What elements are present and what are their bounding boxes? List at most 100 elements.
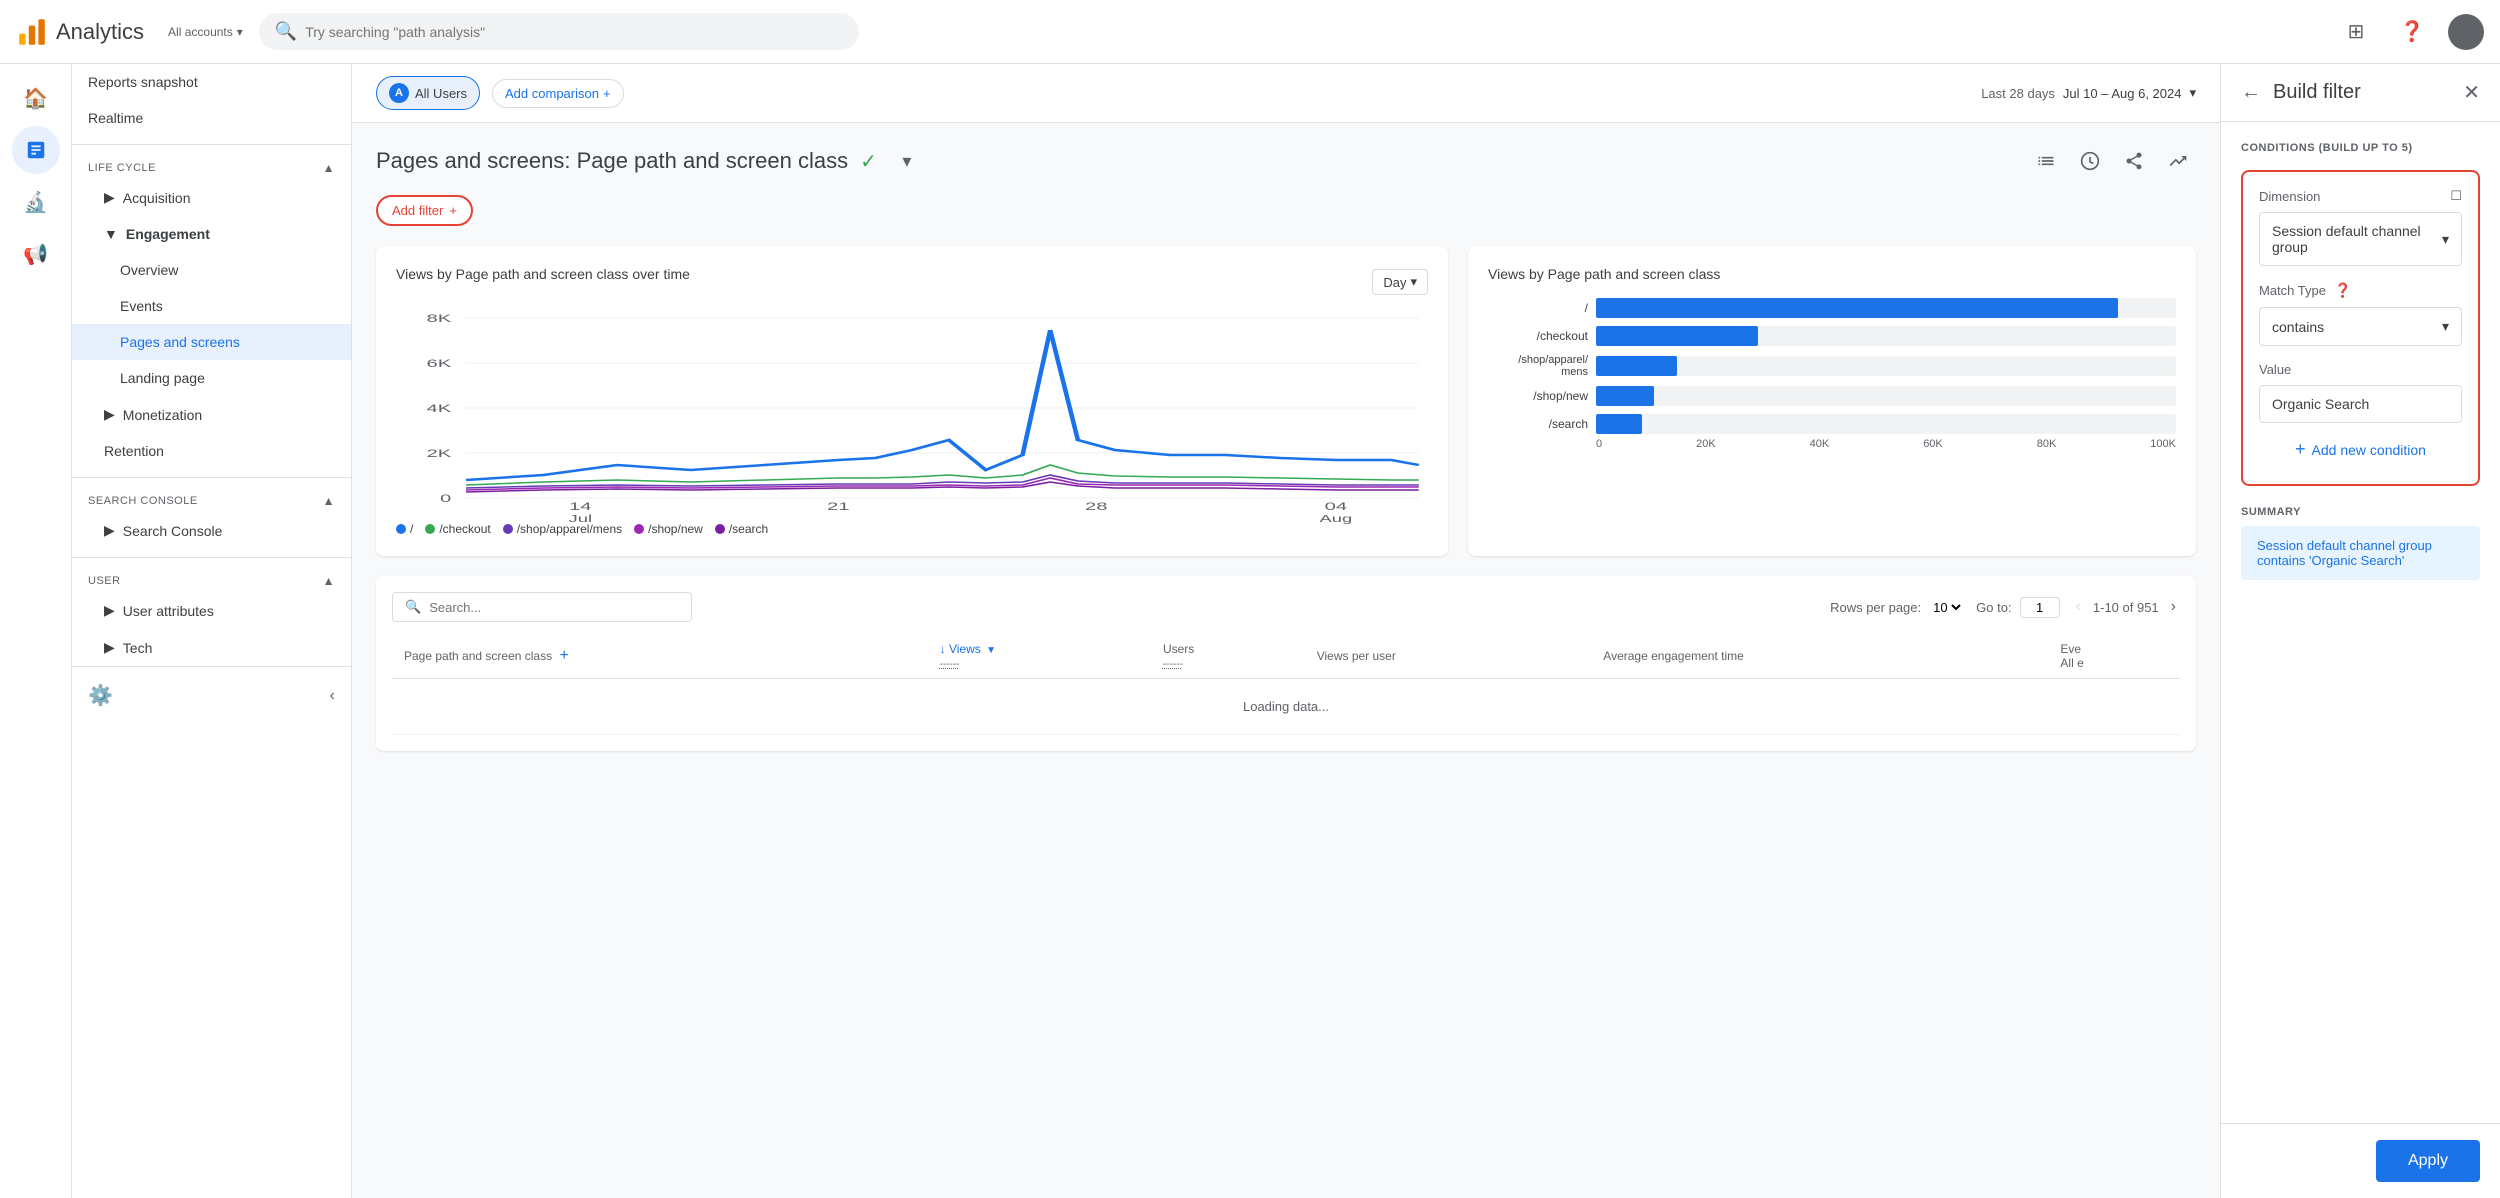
rows-per-page-select[interactable]: 10 25 50 bbox=[1929, 599, 1964, 616]
apps-grid-button[interactable]: ⊞ bbox=[2336, 12, 2376, 52]
legend-shop-new[interactable]: /shop/new bbox=[634, 522, 703, 536]
rows-per-page-label: Rows per page: bbox=[1830, 600, 1921, 615]
summary-box: Session default channel group contains '… bbox=[2241, 526, 2480, 580]
table-search-container[interactable]: 🔍 bbox=[392, 592, 692, 622]
all-users-chip[interactable]: A All Users bbox=[376, 76, 480, 110]
svg-text:21: 21 bbox=[827, 501, 850, 513]
legend-search[interactable]: /search bbox=[715, 522, 768, 536]
table-controls: 🔍 Rows per page: 10 25 50 bbox=[392, 592, 2180, 622]
add-filter-button[interactable]: Add filter + bbox=[376, 195, 473, 226]
bar-fill-checkout bbox=[1596, 326, 1758, 346]
add-condition-button[interactable]: + Add new condition bbox=[2259, 431, 2462, 468]
apply-button[interactable]: Apply bbox=[2376, 1140, 2480, 1182]
account-label: All accounts bbox=[168, 25, 233, 39]
nav-explore-icon[interactable]: 🔬 bbox=[12, 178, 60, 226]
trend-icon-btn[interactable] bbox=[2160, 143, 2196, 179]
data-quality-icon[interactable]: ✓ bbox=[860, 149, 877, 174]
svg-text:Jul: Jul bbox=[569, 514, 593, 525]
sidebar-item-landing-page[interactable]: Landing page bbox=[72, 360, 351, 396]
sidebar: Reports snapshot Realtime Life cycle ▲ ▶… bbox=[72, 64, 352, 1198]
legend-slash-dot bbox=[396, 524, 406, 534]
match-type-field-label: Match Type ❓ bbox=[2259, 282, 2462, 299]
day-select[interactable]: Day ▾ bbox=[1372, 269, 1428, 295]
col-eve[interactable]: Eve All e bbox=[2048, 634, 2180, 679]
col-add-icon[interactable]: + bbox=[555, 647, 572, 664]
table-loading: Loading data... bbox=[392, 679, 2180, 735]
nav-home-icon[interactable]: 🏠 bbox=[12, 74, 60, 122]
bar-label-slash: / bbox=[1488, 301, 1588, 315]
dimension-checkbox-icon[interactable]: ☐ bbox=[2450, 188, 2462, 204]
svg-text:14: 14 bbox=[569, 501, 592, 513]
help-button[interactable]: ❓ bbox=[2392, 12, 2432, 52]
sidebar-item-realtime[interactable]: Realtime bbox=[72, 100, 351, 136]
user-avatar[interactable] bbox=[2448, 14, 2484, 50]
date-range-selector[interactable]: Last 28 days Jul 10 – Aug 6, 2024 ▾ bbox=[1981, 85, 2196, 101]
overview-label: Overview bbox=[120, 262, 178, 278]
legend-checkout[interactable]: /checkout bbox=[425, 522, 490, 536]
next-page-arrow[interactable]: › bbox=[2167, 594, 2180, 620]
lifecycle-collapse-icon[interactable]: ▲ bbox=[323, 161, 335, 175]
sidebar-item-pages-and-screens[interactable]: Pages and screens bbox=[72, 324, 351, 360]
legend-slash[interactable]: / bbox=[396, 522, 413, 536]
col-avg-engagement[interactable]: Average engagement time bbox=[1591, 634, 2048, 679]
settings-icon[interactable]: ⚙️ bbox=[88, 683, 113, 708]
match-type-help-icon[interactable]: ❓ bbox=[2334, 282, 2351, 299]
col-views-per-user[interactable]: Views per user bbox=[1305, 634, 1592, 679]
goto-input[interactable]: 1 bbox=[2020, 597, 2060, 618]
dimension-select[interactable]: Session default channel group ▾ bbox=[2259, 212, 2462, 266]
search-bar[interactable]: 🔍 bbox=[259, 13, 859, 50]
col-views[interactable]: ↓ Views ▼ ------ bbox=[928, 634, 1151, 679]
sidebar-item-overview[interactable]: Overview bbox=[72, 252, 351, 288]
line-chart-controls: Views by Page path and screen class over… bbox=[396, 266, 1428, 298]
prev-page-arrow[interactable]: ‹ bbox=[2072, 594, 2085, 620]
sidebar-item-events[interactable]: Events bbox=[72, 288, 351, 324]
dimension-field-label: Dimension ☐ bbox=[2259, 188, 2462, 204]
title-dropdown-icon[interactable]: ▾ bbox=[889, 143, 925, 179]
sidebar-item-retention[interactable]: Retention bbox=[72, 433, 351, 469]
all-users-label: All Users bbox=[415, 86, 467, 101]
legend-shop-apparel-dot bbox=[503, 524, 513, 534]
table-search-input[interactable] bbox=[429, 600, 605, 615]
value-input[interactable]: Organic Search bbox=[2259, 385, 2462, 423]
sidebar-item-search-console[interactable]: ▶ Search Console bbox=[72, 512, 351, 549]
match-type-select[interactable]: contains ▾ bbox=[2259, 307, 2462, 346]
search-console-collapse-icon[interactable]: ▲ bbox=[323, 494, 335, 508]
bar-label-search: /search bbox=[1488, 417, 1588, 431]
legend-shop-apparel[interactable]: /shop/apparel/mens bbox=[503, 522, 622, 536]
sidebar-item-tech[interactable]: ▶ Tech bbox=[72, 629, 351, 666]
bar-row-search: /search bbox=[1488, 414, 2176, 434]
table-header-row: Page path and screen class + ↓ Views ▼ -… bbox=[392, 634, 2180, 679]
sidebar-item-user-attributes[interactable]: ▶ User attributes bbox=[72, 592, 351, 629]
add-condition-icon: + bbox=[2295, 439, 2306, 460]
sidebar-divider-2 bbox=[72, 477, 351, 478]
col-users[interactable]: Users ------ bbox=[1151, 634, 1305, 679]
monetization-label: Monetization bbox=[123, 407, 202, 423]
svg-text:4K: 4K bbox=[427, 403, 452, 415]
col-page-path[interactable]: Page path and screen class + bbox=[392, 634, 928, 679]
insights-icon-btn[interactable] bbox=[2072, 143, 2108, 179]
col-page-path-label: Page path and screen class bbox=[404, 649, 552, 663]
summary-text: Session default channel group contains '… bbox=[2257, 538, 2432, 568]
filter-btn-label: Add filter bbox=[392, 203, 443, 218]
nav-advertising-icon[interactable]: 📢 bbox=[12, 230, 60, 278]
add-comparison-btn[interactable]: Add comparison + bbox=[492, 79, 624, 108]
goto-container: Go to: 1 bbox=[1976, 597, 2059, 618]
share-icon-btn[interactable] bbox=[2116, 143, 2152, 179]
panel-back-button[interactable]: ← bbox=[2241, 81, 2261, 104]
comparison-icon-btn[interactable] bbox=[2028, 143, 2064, 179]
nav-reports-icon[interactable] bbox=[12, 126, 60, 174]
search-input[interactable] bbox=[305, 24, 843, 40]
account-selector[interactable]: All accounts ▾ bbox=[168, 25, 243, 39]
collapse-btn[interactable]: ‹ bbox=[330, 687, 335, 705]
sidebar-item-monetization[interactable]: ▶ Monetization bbox=[72, 396, 351, 433]
content-body: Pages and screens: Page path and screen … bbox=[352, 123, 2220, 771]
sidebar-item-acquisition[interactable]: ▶ Acquisition bbox=[72, 179, 351, 216]
user-collapse-icon[interactable]: ▲ bbox=[323, 574, 335, 588]
pages-and-screens-label: Pages and screens bbox=[120, 334, 240, 350]
sidebar-item-reports-snapshot[interactable]: Reports snapshot bbox=[72, 64, 351, 100]
sidebar-item-engagement[interactable]: ▼ Engagement bbox=[72, 216, 351, 252]
data-table: Page path and screen class + ↓ Views ▼ -… bbox=[392, 634, 2180, 735]
logo-area: Analytics bbox=[16, 16, 144, 48]
col-avg-engagement-label: Average engagement time bbox=[1603, 649, 1744, 663]
panel-close-button[interactable]: ✕ bbox=[2463, 80, 2480, 105]
